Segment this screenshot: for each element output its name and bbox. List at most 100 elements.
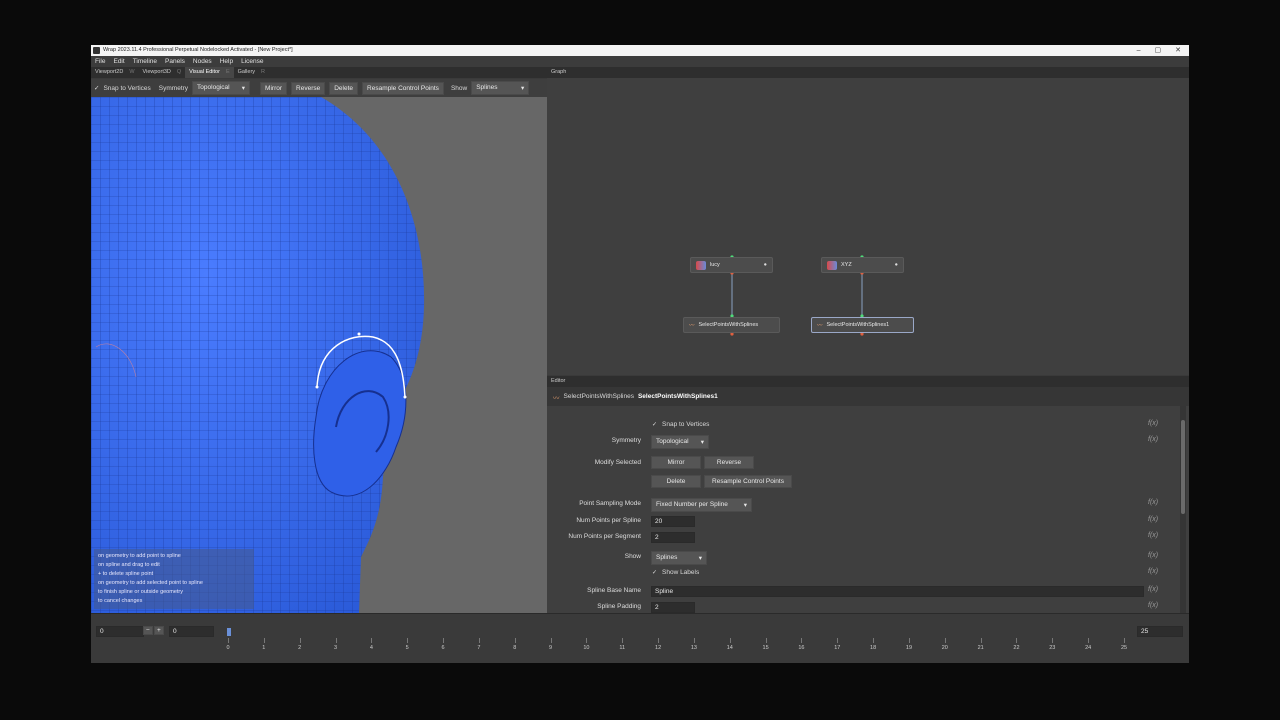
- increment-button[interactable]: +: [154, 626, 164, 635]
- tab-gallery-label: Gallery: [237, 69, 256, 75]
- menu-help[interactable]: Help: [220, 56, 233, 67]
- tab-viewport3d[interactable]: Viewport3D Q: [139, 67, 186, 78]
- timeline-tick-label: 15: [762, 645, 769, 651]
- delete-button[interactable]: Delete: [329, 81, 359, 95]
- show-value: Splines: [656, 554, 678, 561]
- tab-visual-editor[interactable]: Visual Editor E: [185, 67, 234, 78]
- symmetry-value: Topological: [197, 84, 230, 91]
- snap-checkbox[interactable]: ✓: [652, 422, 658, 428]
- minimize-button[interactable]: –: [1137, 45, 1141, 56]
- tab-gallery[interactable]: Gallery R: [234, 67, 269, 78]
- maximize-button[interactable]: ▢: [1155, 45, 1162, 56]
- show-labels-checkbox[interactable]: ✓: [652, 570, 658, 576]
- title-bar: Wrap 2023.11.4 Professional Perpetual No…: [91, 45, 1189, 56]
- symmetry-select[interactable]: Topological ▾: [651, 435, 709, 449]
- timeline-tick-label: 23: [1049, 645, 1056, 651]
- fx-icon[interactable]: f(x): [1148, 552, 1158, 559]
- menu-nodes[interactable]: Nodes: [193, 56, 212, 67]
- num-segment-input[interactable]: 2: [651, 532, 695, 543]
- visual-editor-viewport[interactable]: on geometry to add point to spline on sp…: [91, 97, 547, 613]
- resample-button[interactable]: Resample Control Points: [704, 475, 792, 488]
- show-select[interactable]: Splines ▾: [471, 81, 530, 95]
- base-name-row: Spline Base Name Spline f(x): [547, 584, 1179, 598]
- timeline-tick-mark: [837, 638, 839, 643]
- tab-viewport2d-label: Viewport2D: [95, 69, 124, 75]
- chevron-down-icon: ▾: [700, 439, 704, 446]
- reverse-button[interactable]: Reverse: [291, 81, 326, 95]
- show-label: Show: [450, 84, 468, 92]
- timeline-track[interactable]: 0 1 2 3 4 5 6 7 8 9 10 11 12 13 14 15 16 17 18 19 20 21 22 23 24…: [226, 622, 1127, 651]
- reverse-button[interactable]: Reverse: [704, 456, 754, 469]
- menu-panels[interactable]: Panels: [165, 56, 185, 67]
- tab-viewport3d-key: Q: [176, 69, 182, 75]
- fx-icon[interactable]: f(x): [1148, 420, 1158, 427]
- fx-icon[interactable]: f(x): [1148, 516, 1158, 523]
- timeline-current-input[interactable]: 0: [169, 626, 214, 637]
- spline-node-icon: 〰: [553, 394, 560, 402]
- node-xyz[interactable]: XYZ ●: [821, 257, 904, 273]
- window-title: Wrap 2023.11.4 Professional Perpetual No…: [103, 47, 293, 53]
- menu-timeline[interactable]: Timeline: [133, 56, 157, 67]
- snap-checkbox[interactable]: ✓: [94, 84, 99, 92]
- visibility-icon[interactable]: ●: [764, 262, 767, 268]
- timeline-tick-mark: [263, 638, 265, 643]
- mirror-button[interactable]: Mirror: [651, 456, 701, 469]
- symmetry-row: Symmetry Topological ▾ f(x): [547, 434, 1179, 449]
- sampling-select[interactable]: Fixed Number per Spline ▾: [651, 498, 752, 512]
- chevron-down-icon: ▾: [743, 502, 747, 509]
- timeline-end-input[interactable]: 25: [1137, 626, 1183, 637]
- mirror-button[interactable]: Mirror: [260, 81, 288, 95]
- fx-icon[interactable]: f(x): [1148, 586, 1158, 593]
- hint-line: to cancel changes: [98, 598, 143, 604]
- node-select2-label: SelectPointsWithSplines1: [826, 322, 890, 328]
- tab-viewport2d[interactable]: Viewport2D W: [91, 67, 139, 78]
- timeline-tick-mark: [658, 638, 660, 643]
- timeline-tick-mark: [514, 638, 516, 643]
- node-select-points-with-splines[interactable]: 〰 SelectPointsWithSplines: [683, 317, 780, 333]
- show-select[interactable]: Splines ▾: [651, 551, 707, 565]
- menu-file[interactable]: File: [95, 56, 105, 67]
- symmetry-select[interactable]: Topological ▾: [192, 81, 251, 95]
- menu-license[interactable]: License: [241, 56, 263, 67]
- timeline-tick-label: 25: [1120, 645, 1128, 651]
- graph-panel-header: Graph: [547, 67, 1189, 78]
- scrollbar-thumb[interactable]: [1181, 420, 1185, 514]
- playhead[interactable]: [227, 628, 231, 636]
- tab-viewport2d-key: W: [129, 69, 135, 75]
- timeline-tick-label: 1: [262, 645, 266, 651]
- menu-edit[interactable]: Edit: [113, 56, 124, 67]
- timeline-tick-mark: [729, 638, 731, 643]
- timeline-tick-label: 20: [941, 645, 948, 651]
- close-button[interactable]: ✕: [1175, 45, 1181, 56]
- graph-title: Graph: [551, 69, 567, 75]
- delete-button[interactable]: Delete: [651, 475, 701, 488]
- fx-icon[interactable]: f(x): [1148, 602, 1158, 609]
- window-controls: – ▢ ✕: [1137, 45, 1181, 56]
- timeline-start-input[interactable]: 0: [96, 626, 144, 637]
- hint-line: on spline and drag to edit: [98, 562, 160, 568]
- visual-editor-toolbar: ✓ Snap to Vertices Symmetry Topological …: [91, 79, 547, 97]
- node-lucy-label: lucy: [710, 262, 720, 268]
- fx-icon[interactable]: f(x): [1148, 436, 1158, 443]
- timeline-tick-mark: [622, 638, 624, 643]
- node-select-points-with-splines1[interactable]: 〰 SelectPointsWithSplines1: [811, 317, 914, 333]
- fx-icon[interactable]: f(x): [1148, 499, 1158, 506]
- show-label: Show: [624, 553, 641, 560]
- editor-scrollbar[interactable]: [1180, 406, 1186, 613]
- base-name-input[interactable]: Spline: [651, 586, 1144, 597]
- decrement-button[interactable]: −: [143, 626, 153, 635]
- base-name-label: Spline Base Name: [587, 587, 641, 594]
- visibility-icon[interactable]: ●: [895, 262, 898, 268]
- resample-button[interactable]: Resample Control Points: [362, 81, 444, 95]
- graph-canvas[interactable]: lucy ● XYZ ● 〰 SelectPointsWithSplines 〰…: [547, 78, 1189, 375]
- padding-input[interactable]: 2: [651, 602, 695, 613]
- fx-icon[interactable]: f(x): [1148, 532, 1158, 539]
- timeline-tick-label: 16: [798, 645, 805, 651]
- symmetry-label: Symmetry: [158, 84, 189, 92]
- node-lucy[interactable]: lucy ●: [690, 257, 773, 273]
- num-spline-input[interactable]: 20: [651, 516, 695, 527]
- fx-icon[interactable]: f(x): [1148, 568, 1158, 575]
- timeline-tick-label: 5: [405, 645, 409, 651]
- padding-label: Spline Padding: [597, 603, 641, 610]
- symmetry-value: Topological: [656, 438, 689, 445]
